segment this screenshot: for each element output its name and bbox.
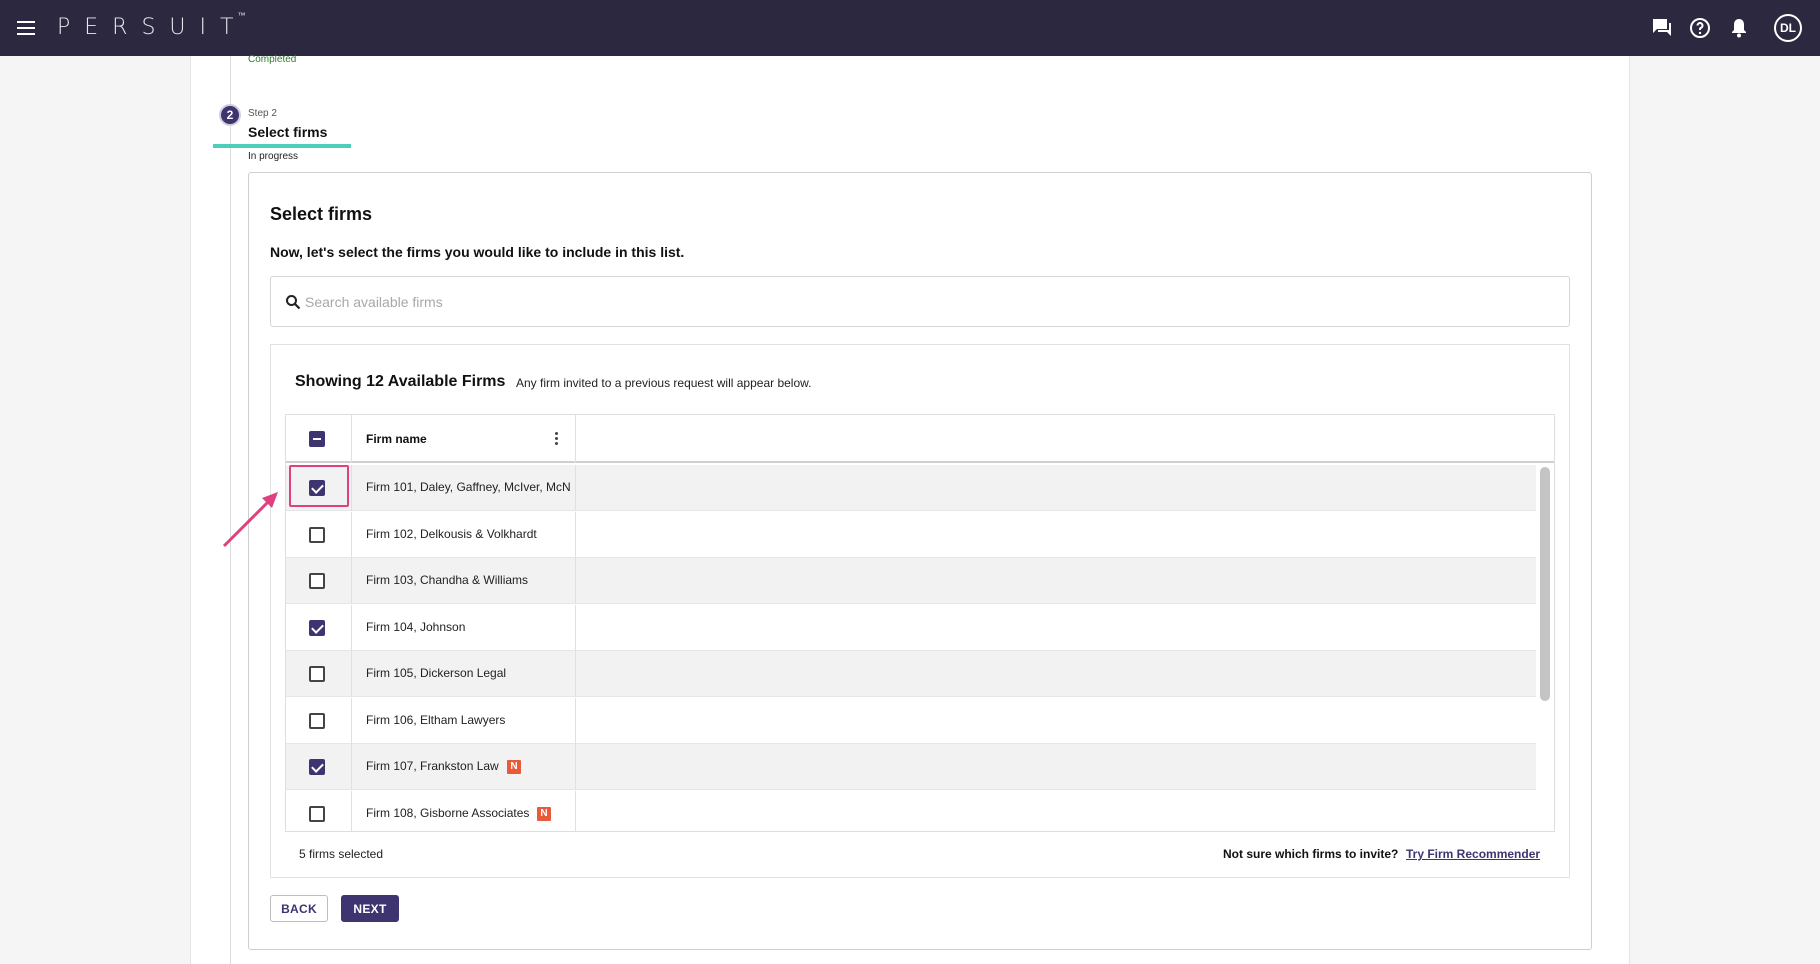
firm-name: Firm 103, Chandha & Williams <box>366 573 529 587</box>
pointer-arrow-icon <box>222 492 278 548</box>
row-checkbox[interactable] <box>309 666 325 682</box>
firms-table: Firm name Firm 101, Daley, Gaffney, McIv… <box>285 414 1555 832</box>
firm-name-cell: Firm 107, Frankston Law N <box>352 744 576 790</box>
new-badge-icon: N <box>537 806 551 821</box>
row-checkbox-cell <box>286 697 352 744</box>
highlight-box <box>289 465 349 507</box>
bell-icon[interactable] <box>1727 16 1751 40</box>
search-box <box>270 276 1570 327</box>
column-header-label: Firm name <box>366 432 427 446</box>
firm-name: Firm 105, Dickerson Legal <box>366 666 507 680</box>
row-checkbox[interactable] <box>309 573 325 589</box>
row-checkbox[interactable] <box>309 619 325 636</box>
firm-name-cell: Firm 108, Gisborne Associates N <box>352 790 576 831</box>
row-checkbox-cell <box>286 744 352 790</box>
table-row[interactable]: Firm 104, Johnson <box>286 604 1536 651</box>
row-checkbox[interactable] <box>309 526 325 543</box>
firm-name-cell: Firm 103, Chandha & Williams <box>352 558 576 604</box>
firm-name-column-header[interactable]: Firm name <box>352 415 576 463</box>
card-title: Select firms <box>270 204 373 224</box>
card-subtitle: Now, let's select the firms you would li… <box>270 244 685 260</box>
table-row[interactable]: Firm 103, Chandha & Williams <box>286 558 1536 604</box>
table-row[interactable]: Firm 107, Frankston Law N <box>286 744 1536 790</box>
row-checkbox-cell <box>286 604 352 651</box>
table-row[interactable]: Firm 102, Delkousis & Volkhardt <box>286 511 1536 558</box>
table-row[interactable]: Firm 105, Dickerson Legal <box>286 651 1536 697</box>
table-row[interactable]: Firm 101, Daley, Gaffney, McIver, McN <box>286 465 1536 511</box>
not-sure-text: Not sure which firms to invite? <box>1223 847 1399 861</box>
firm-name: Firm 107, Frankston Law <box>366 759 499 773</box>
next-button[interactable]: NEXT <box>341 895 399 922</box>
search-input[interactable] <box>305 277 1555 326</box>
step-title: Select firms <box>248 124 328 140</box>
selected-count: 5 firms selected <box>299 847 384 861</box>
table-row[interactable]: Firm 108, Gisborne Associates N <box>286 790 1536 831</box>
column-menu-icon[interactable] <box>551 431 561 447</box>
table-scrollbar[interactable] <box>1540 467 1550 701</box>
row-checkbox-cell <box>286 558 352 604</box>
firm-name-cell: Firm 104, Johnson <box>352 604 576 651</box>
firm-recommender-link[interactable]: Try Firm Recommender <box>1406 847 1540 861</box>
firm-name: Firm 106, Eltham Lawyers <box>366 712 506 727</box>
firm-name: Firm 101, Daley, Gaffney, McIver, McN <box>366 480 571 494</box>
row-checkbox-cell <box>286 790 352 831</box>
step-label: Step 2 <box>248 108 277 119</box>
select-all-cell <box>286 415 352 463</box>
persuit-logo[interactable]: PERSUIT™ <box>57 11 255 40</box>
user-avatar[interactable]: DL <box>1774 14 1802 42</box>
firm-name: Firm 102, Delkousis & Volkhardt <box>366 526 537 541</box>
row-checkbox-cell <box>286 511 352 558</box>
firm-name-cell: Firm 101, Daley, Gaffney, McIver, McN <box>352 465 576 511</box>
select-all-checkbox[interactable] <box>309 431 325 447</box>
step-status: In progress <box>248 151 299 162</box>
firm-name: Firm 104, Johnson <box>366 619 466 634</box>
firm-name: Firm 108, Gisborne Associates <box>366 805 530 820</box>
search-icon <box>285 294 301 310</box>
row-checkbox[interactable] <box>309 805 325 822</box>
chat-icon[interactable] <box>1650 16 1674 40</box>
top-bar: PERSUIT™ DL <box>0 0 1820 56</box>
row-checkbox-cell <box>286 651 352 697</box>
table-header: Firm name <box>286 415 1554 463</box>
table-row[interactable]: Firm 106, Eltham Lawyers <box>286 697 1536 744</box>
row-checkbox[interactable] <box>309 759 325 775</box>
row-checkbox[interactable] <box>309 712 325 729</box>
back-button[interactable]: BACK <box>270 895 328 922</box>
previous-step-status: Completed <box>248 54 297 65</box>
firm-name-cell: Firm 105, Dickerson Legal <box>352 651 576 697</box>
firm-name-cell: Firm 102, Delkousis & Volkhardt <box>352 511 576 558</box>
firm-name-cell: Firm 106, Eltham Lawyers <box>352 697 576 744</box>
table-body: Firm 101, Daley, Gaffney, McIver, McN Fir… <box>286 465 1536 831</box>
help-icon[interactable] <box>1688 16 1712 40</box>
hamburger-menu-icon[interactable] <box>16 16 38 40</box>
new-badge-icon: N <box>507 760 521 774</box>
available-firms-note: Any firm invited to a previous request w… <box>516 376 812 390</box>
step-active-indicator <box>213 144 351 148</box>
step-number-badge: 2 <box>219 104 241 126</box>
available-firms-heading: Showing 12 Available Firms <box>295 373 506 390</box>
